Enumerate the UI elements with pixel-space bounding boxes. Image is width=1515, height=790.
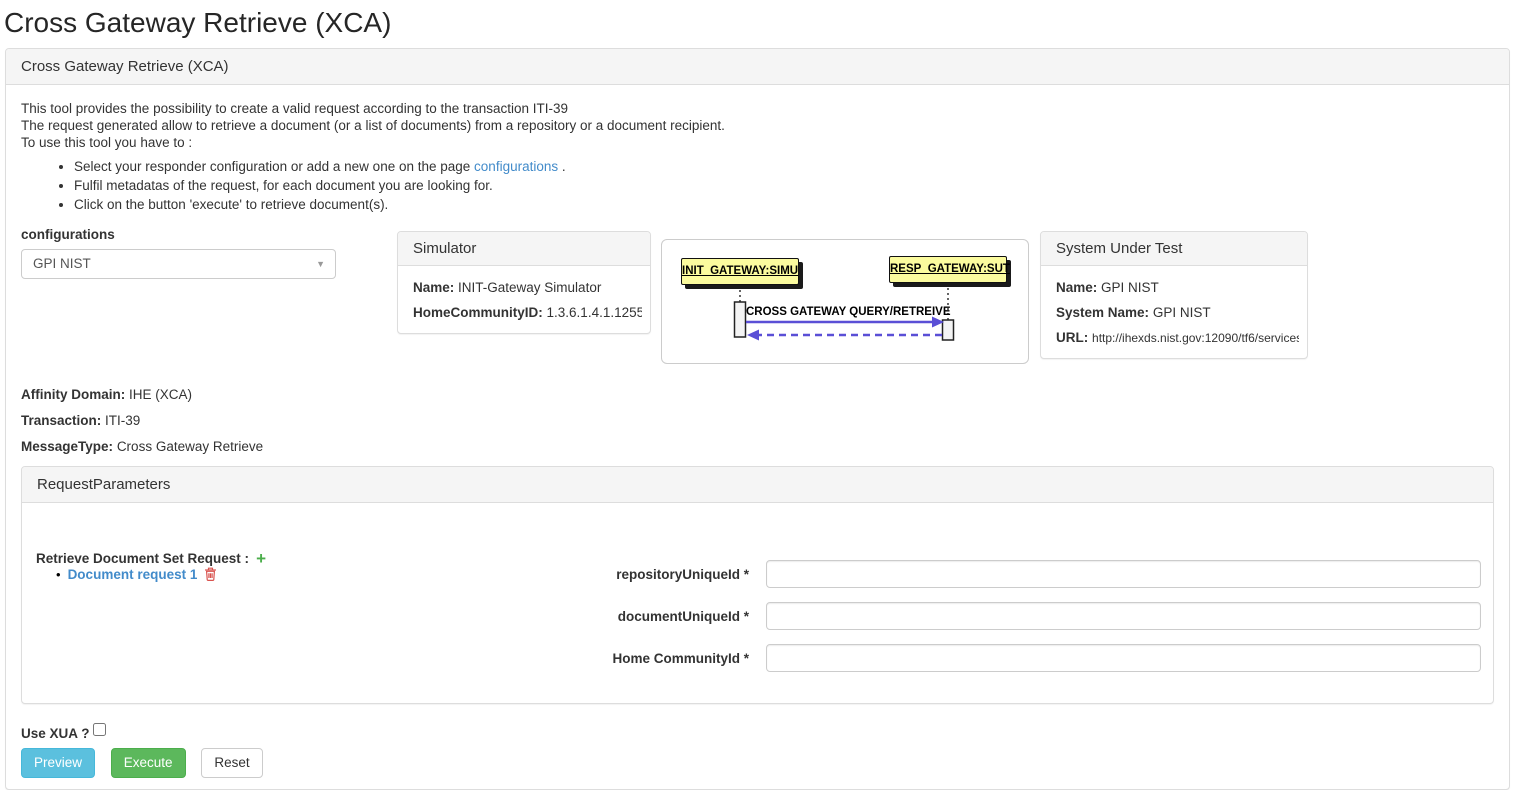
home-community-id-row: Home CommunityId *: [22, 644, 1481, 672]
simulator-name-label: Name:: [413, 280, 454, 295]
system-under-test-panel: System Under Test Name: GPI NIST System …: [1040, 231, 1308, 359]
simulator-name-value: INIT-Gateway Simulator: [458, 280, 601, 295]
repository-unique-id-label: repositoryUniqueId *: [22, 567, 749, 582]
document-unique-id-input[interactable]: [766, 602, 1481, 630]
message-type-value: Cross Gateway Retrieve: [117, 439, 263, 454]
chevron-down-icon: ▼: [316, 250, 325, 278]
reset-button[interactable]: Reset: [201, 748, 262, 778]
message-type-row: MessageType: Cross Gateway Retrieve: [21, 438, 1494, 455]
action-buttons: Preview Execute Reset: [21, 748, 1494, 778]
transaction-label: Transaction:: [21, 413, 101, 428]
configuration-row: configurations GPI NIST ▼ Simulator Name…: [21, 227, 1494, 371]
transaction-value: ITI-39: [105, 413, 140, 428]
configurations-label: configurations: [21, 227, 336, 242]
request-parameters-heading: RequestParameters: [22, 467, 1493, 503]
configurations-selected-value: GPI NIST: [33, 256, 91, 271]
sut-system-name-value: GPI NIST: [1153, 305, 1211, 320]
affinity-domain-row: Affinity Domain: IHE (XCA): [21, 386, 1494, 403]
home-community-id-label: Home CommunityId *: [22, 651, 749, 666]
bullet1-text: Select your responder configuration or a…: [74, 159, 470, 174]
configurations-link[interactable]: configurations: [474, 159, 558, 174]
use-xua-label: Use XUA ?: [21, 726, 90, 741]
sequence-message-label: CROSS GATEWAY QUERY/RETREIVE: [746, 306, 942, 318]
affinity-domain-value: IHE (XCA): [129, 387, 192, 402]
sut-url-row: URL: http://ihexds.nist.gov:12090/tf6/se…: [1056, 330, 1299, 345]
affinity-domain-label: Affinity Domain:: [21, 387, 125, 402]
intro-bullet-3: Click on the button 'execute' to retriev…: [74, 196, 1494, 214]
simulator-name-row: Name: INIT-Gateway Simulator: [413, 280, 642, 295]
intro-line-3: To use this tool you have to :: [21, 134, 1494, 151]
main-panel-heading: Cross Gateway Retrieve (XCA): [6, 49, 1509, 85]
simulator-hcid-label: HomeCommunityID:: [413, 305, 543, 320]
sut-name-value: GPI NIST: [1101, 280, 1159, 295]
repository-unique-id-input[interactable]: [766, 560, 1481, 588]
sut-url-label: URL:: [1056, 330, 1088, 345]
sut-name-label: Name:: [1056, 280, 1097, 295]
sut-name-row: Name: GPI NIST: [1056, 280, 1299, 295]
request-parameters-body: Retrieve Document Set Request :+ •Docume…: [22, 503, 1493, 703]
use-xua-checkbox[interactable]: [93, 723, 106, 736]
simulator-hcid-row: HomeCommunityID: 1.3.6.1.4.1.12559.11.3.…: [413, 305, 642, 320]
document-unique-id-row: documentUniqueId *: [22, 602, 1481, 630]
intro-bullet-2: Fulfil metadatas of the request, for eac…: [74, 177, 1494, 195]
message-type-label: MessageType:: [21, 439, 113, 454]
intro-line-2: The request generated allow to retrieve …: [21, 117, 1494, 134]
main-panel: Cross Gateway Retrieve (XCA) This tool p…: [5, 48, 1510, 790]
sut-system-name-row: System Name: GPI NIST: [1056, 305, 1299, 320]
simulator-panel-heading: Simulator: [398, 232, 650, 266]
main-panel-body: This tool provides the possibility to cr…: [6, 85, 1509, 789]
home-community-id-input[interactable]: [766, 644, 1481, 672]
sut-panel-body: Name: GPI NIST System Name: GPI NIST URL…: [1041, 266, 1307, 358]
sequence-diagram: INIT_GATEWAY:SIMU RESP_GATEWAY:SUT CROSS…: [661, 239, 1029, 364]
execute-button[interactable]: Execute: [111, 748, 186, 778]
intro-line-1: This tool provides the possibility to cr…: [21, 100, 1494, 117]
simulator-panel: Simulator Name: INIT-Gateway Simulator H…: [397, 231, 651, 334]
preview-button[interactable]: Preview: [21, 748, 95, 778]
request-parameters-panel: RequestParameters Retrieve Document Set …: [21, 466, 1494, 704]
intro-bullet-1: Select your responder configuration or a…: [74, 158, 1494, 176]
simulator-panel-body: Name: INIT-Gateway Simulator HomeCommuni…: [398, 266, 650, 333]
simulator-hcid-value: 1.3.6.1.4.1.12559.11.3.1: [547, 305, 642, 320]
configurations-block: configurations GPI NIST ▼: [21, 227, 336, 279]
bullet1-period: .: [562, 159, 566, 174]
sut-panel-heading: System Under Test: [1041, 232, 1307, 266]
use-xua-row: Use XUA ?: [21, 723, 1494, 741]
page-title: Cross Gateway Retrieve (XCA): [4, 7, 1515, 39]
intro-text: This tool provides the possibility to cr…: [21, 100, 1494, 214]
transaction-details: Affinity Domain: IHE (XCA) Transaction: …: [21, 386, 1494, 455]
repository-unique-id-row: repositoryUniqueId *: [22, 560, 1481, 588]
intro-bullet-list: Select your responder configuration or a…: [21, 158, 1494, 214]
configurations-select[interactable]: GPI NIST ▼: [21, 249, 336, 279]
sut-system-name-label: System Name:: [1056, 305, 1149, 320]
resp-gateway-actor: RESP_GATEWAY:SUT: [889, 256, 1007, 283]
document-unique-id-label: documentUniqueId *: [22, 609, 749, 624]
sut-url-value: http://ihexds.nist.gov:12090/tf6/service…: [1092, 331, 1299, 345]
transaction-row: Transaction: ITI-39: [21, 412, 1494, 429]
init-gateway-actor: INIT_GATEWAY:SIMU: [681, 258, 799, 285]
